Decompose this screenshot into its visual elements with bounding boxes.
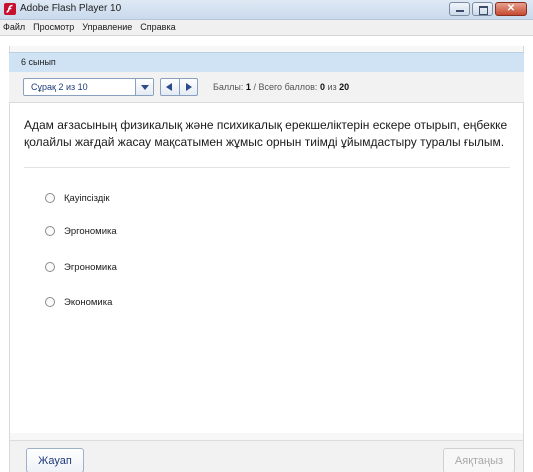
answer-option-label: Экономика [64, 296, 113, 308]
answer-option-label: Эгрономика [64, 261, 117, 273]
minimize-button[interactable] [449, 2, 470, 16]
menu-bar: Файл Просмотр Управление Справка [0, 20, 533, 36]
score-value: 1 [245, 82, 251, 92]
radio-button[interactable] [45, 262, 55, 272]
window-controls: ✕ [447, 2, 527, 17]
answer-option[interactable]: Эргономика [45, 224, 117, 238]
question-select-value: Сұрақ 2 из 10 [31, 82, 88, 92]
answer-option[interactable]: Қауіпсіздік [45, 191, 110, 205]
question-navigation [160, 78, 198, 96]
previous-question-button[interactable] [161, 79, 180, 95]
score-separator: / [253, 82, 256, 92]
next-question-button[interactable] [180, 79, 198, 95]
chevron-down-icon[interactable] [135, 79, 153, 95]
maximize-button[interactable] [472, 2, 493, 16]
total-max: 20 [339, 82, 350, 92]
score-label: Баллы: [213, 82, 244, 92]
radio-button[interactable] [45, 297, 55, 307]
grade-header: 6 сынып [9, 52, 524, 73]
divider [24, 167, 510, 168]
score-display: Баллы: 1 / Всего баллов: 0 из 20 [213, 82, 349, 92]
answer-option-label: Қауіпсіздік [64, 192, 110, 204]
window-title: Adobe Flash Player 10 [20, 3, 122, 14]
close-button[interactable]: ✕ [495, 2, 527, 16]
answer-option-label: Эргономика [64, 225, 117, 237]
menu-item-file[interactable]: Файл [0, 20, 29, 35]
menu-item-control[interactable]: Управление [78, 20, 136, 35]
minimize-icon [456, 10, 464, 12]
close-icon: ✕ [506, 3, 516, 14]
flash-player-window: Adobe Flash Player 10 ✕ Файл Просмотр Уп… [0, 0, 533, 472]
answer-button[interactable]: Жауап [26, 448, 84, 472]
radio-button[interactable] [45, 193, 55, 203]
menu-item-view[interactable]: Просмотр [29, 20, 78, 35]
grade-label: 6 сынып [21, 57, 56, 67]
quiz-toolbar: Сұрақ 2 из 10 Баллы: 1 / Всего баллов: 0… [9, 72, 524, 103]
answer-option[interactable]: Экономика [45, 295, 112, 309]
total-label: Всего баллов: [258, 82, 318, 92]
question-panel: Адам ағзасының физикалық және психикалық… [10, 103, 523, 433]
bottom-bar: Жауап Аяқтаңыз [10, 440, 523, 472]
question-text: Адам ағзасының физикалық және психикалық… [24, 118, 508, 149]
title-bar[interactable]: Adobe Flash Player 10 ✕ [0, 0, 533, 20]
total-value: 0 [319, 82, 325, 92]
menu-item-help[interactable]: Справка [136, 20, 179, 35]
maximize-icon [479, 6, 488, 15]
question-select[interactable]: Сұрақ 2 из 10 [23, 78, 154, 96]
radio-button[interactable] [45, 226, 55, 236]
total-of: из [327, 82, 337, 92]
answer-option[interactable]: Эгрономика [45, 260, 117, 274]
finish-button[interactable]: Аяқтаңыз [443, 448, 515, 472]
flash-player-icon [4, 3, 16, 15]
